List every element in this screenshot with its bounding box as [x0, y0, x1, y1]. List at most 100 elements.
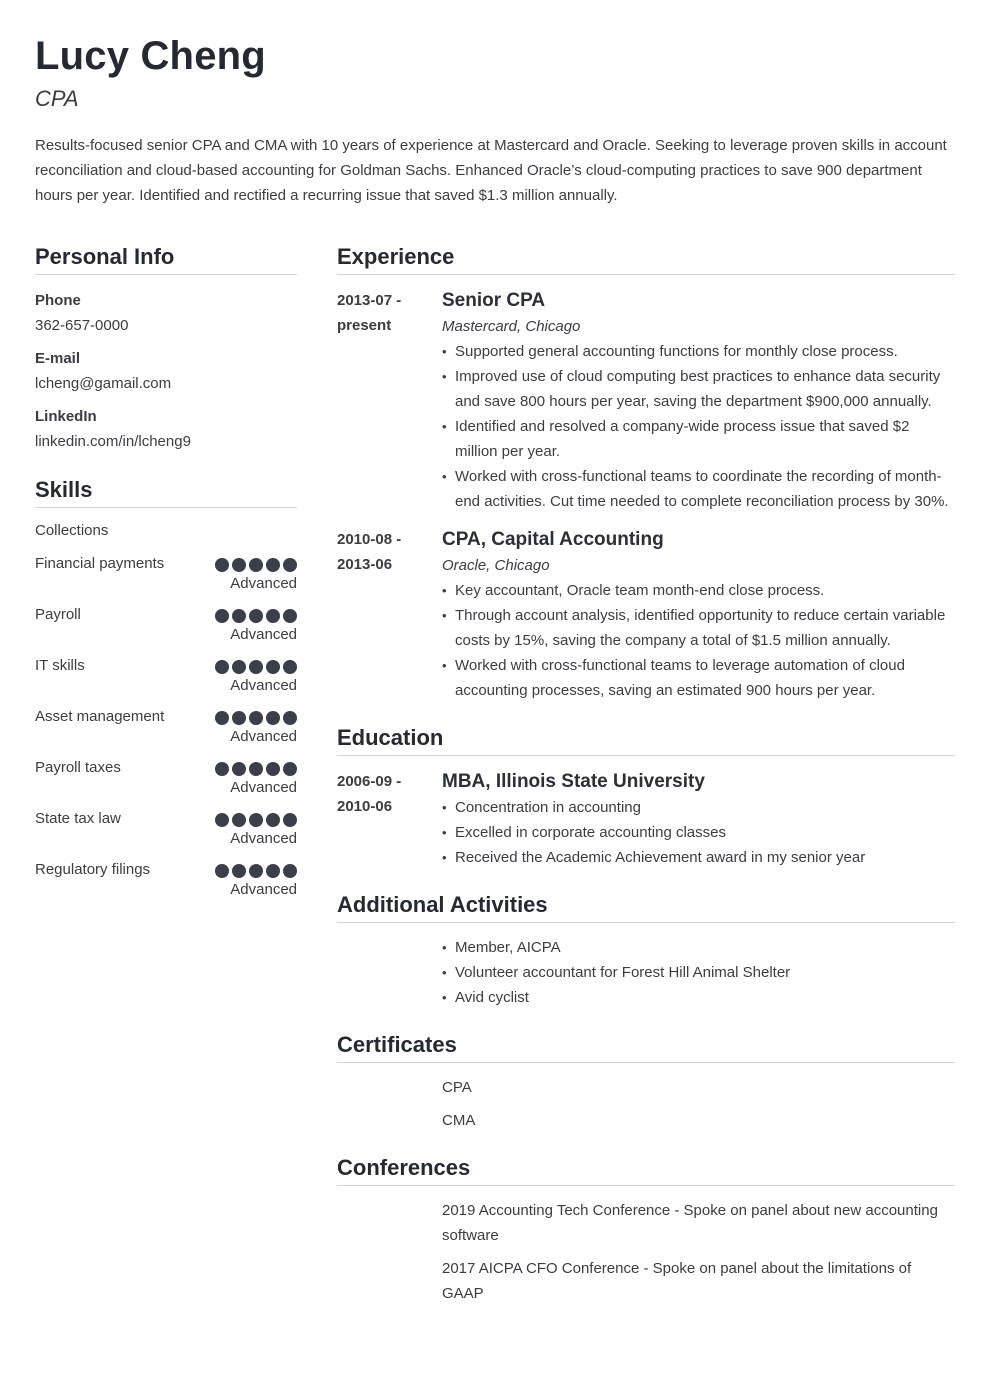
employer-location: Mastercard, Chicago: [442, 318, 581, 335]
filled-dot-icon: [283, 660, 297, 674]
email-value: lcheng@gamail.com: [35, 375, 172, 392]
filled-dot-icon: [249, 558, 263, 572]
info-label: E-mail: [35, 350, 81, 367]
filled-dot-icon: [232, 711, 246, 725]
degree-title: MBA, Illinois State University: [442, 771, 705, 792]
filled-dot-icon: [215, 813, 229, 827]
bullet-item: Key accountant, Oracle team month-end cl…: [442, 578, 955, 603]
skill-name: Asset management: [35, 708, 165, 725]
skill-name: State tax law: [35, 810, 121, 827]
skill-item: State tax law Advanced: [35, 806, 297, 849]
bullet-item: Through account analysis, identified opp…: [442, 603, 955, 653]
skill-item: Regulatory filings Advanced: [35, 857, 297, 900]
skill-rating: Advanced: [215, 755, 297, 798]
date-end: present: [337, 317, 392, 334]
skill-name: Payroll taxes: [35, 759, 121, 776]
education-entry: 2006-09 - 2010-06 MBA, Illinois State Un…: [337, 768, 955, 870]
bullet-item: Worked with cross-functional teams to le…: [442, 653, 955, 703]
bullet-item: Excelled in corporate accounting classes: [442, 820, 955, 845]
conference-item: 2017 AICPA CFO Conference - Spoke on pan…: [442, 1260, 912, 1302]
skill-name: IT skills: [35, 657, 85, 674]
resume-columns: Personal Info Phone 362-657-0000 E-mail …: [35, 243, 955, 1306]
bullet-item: Member, AICPA: [442, 935, 955, 960]
filled-dot-icon: [232, 864, 246, 878]
filled-dot-icon: [266, 864, 280, 878]
filled-dot-icon: [232, 660, 246, 674]
bullet-item: Worked with cross-functional teams to co…: [442, 464, 955, 514]
filled-dot-icon: [266, 813, 280, 827]
skill-rating-dots: [215, 704, 297, 729]
job-bullets: Supported general accounting functions f…: [442, 339, 955, 514]
bullet-item: Improved use of cloud computing best pra…: [442, 364, 955, 414]
skill-rating: Advanced: [215, 704, 297, 747]
right-column: Experience 2013-07 - present Senior CPA …: [337, 243, 955, 1306]
filled-dot-icon: [266, 762, 280, 776]
filled-dot-icon: [232, 609, 246, 623]
education-bullets: Concentration in accounting Excelled in …: [442, 795, 955, 870]
filled-dot-icon: [283, 711, 297, 725]
date-end: 2013-06: [337, 556, 393, 573]
conferences-section: Conferences 2019 Accounting Tech Confere…: [337, 1154, 955, 1306]
employer-location: Oracle, Chicago: [442, 557, 550, 574]
experience-entry: 2010-08 - 2013-06 CPA, Capital Accountin…: [337, 526, 955, 703]
phone-value: 362-657-0000: [35, 317, 129, 334]
bullet-item: Volunteer accountant for Forest Hill Ani…: [442, 960, 955, 985]
filled-dot-icon: [249, 660, 263, 674]
filled-dot-icon: [232, 813, 246, 827]
skill-rating-dots: [215, 857, 297, 882]
filled-dot-icon: [266, 609, 280, 623]
filled-dot-icon: [232, 762, 246, 776]
activities-heading: Additional Activities: [337, 891, 955, 923]
filled-dot-icon: [283, 813, 297, 827]
skill-rating: Advanced: [215, 653, 297, 696]
entry-date: 2010-08 - 2013-06: [337, 526, 442, 703]
skill-rating: Advanced: [215, 551, 297, 594]
info-linkedin: LinkedIn linkedin.com/in/lcheng9: [35, 404, 297, 454]
education-heading: Education: [337, 724, 955, 756]
skill-rating: Advanced: [215, 806, 297, 849]
left-column: Personal Info Phone 362-657-0000 E-mail …: [35, 243, 297, 1306]
skills-heading: Skills: [35, 476, 297, 508]
skill-item: Payroll taxes Advanced: [35, 755, 297, 798]
certificates-heading: Certificates: [337, 1031, 955, 1063]
resume-page: Lucy Cheng CPA Results-focused senior CP…: [0, 0, 990, 1306]
bullet-item: Concentration in accounting: [442, 795, 955, 820]
filled-dot-icon: [215, 762, 229, 776]
skill-name: Financial payments: [35, 555, 165, 572]
skill-item: Financial payments Advanced: [35, 551, 297, 594]
info-phone: Phone 362-657-0000: [35, 288, 297, 338]
candidate-name: Lucy Cheng: [35, 34, 266, 78]
filled-dot-icon: [215, 558, 229, 572]
filled-dot-icon: [249, 864, 263, 878]
experience-entry: 2013-07 - present Senior CPA Mastercard,…: [337, 287, 955, 514]
conference-item: 2019 Accounting Tech Conference - Spoke …: [442, 1202, 938, 1244]
skill-name: Payroll: [35, 606, 81, 623]
filled-dot-icon: [232, 558, 246, 572]
filled-dot-icon: [283, 864, 297, 878]
bullet-item: Supported general accounting functions f…: [442, 339, 955, 364]
skill-rating-dots: [215, 602, 297, 627]
education-section: Education 2006-09 - 2010-06 MBA, Illinoi…: [337, 724, 955, 870]
filled-dot-icon: [283, 609, 297, 623]
date-start: 2010-08 -: [337, 531, 402, 548]
skill-rating-dots: [215, 755, 297, 780]
activities-bullets: Member, AICPA Volunteer accountant for F…: [442, 935, 955, 1010]
skill-rating: Advanced: [215, 857, 297, 900]
filled-dot-icon: [249, 762, 263, 776]
filled-dot-icon: [249, 813, 263, 827]
skill-rating-dots: [215, 806, 297, 831]
skill-name: Regulatory filings: [35, 861, 151, 878]
date-end: 2010-06: [337, 798, 393, 815]
skill-level: Advanced: [230, 575, 297, 592]
skill-level: Advanced: [230, 677, 297, 694]
date-start: 2006-09 -: [337, 773, 402, 790]
skill-level: Advanced: [230, 728, 297, 745]
skill-rating: Advanced: [215, 602, 297, 645]
bullet-item: Identified and resolved a company-wide p…: [442, 414, 955, 464]
entry-date: 2006-09 - 2010-06: [337, 768, 442, 870]
filled-dot-icon: [266, 711, 280, 725]
job-title: CPA, Capital Accounting: [442, 529, 664, 550]
info-email: E-mail lcheng@gamail.com: [35, 346, 297, 396]
filled-dot-icon: [215, 711, 229, 725]
profile-summary: Results-focused senior CPA and CMA with …: [35, 137, 947, 204]
